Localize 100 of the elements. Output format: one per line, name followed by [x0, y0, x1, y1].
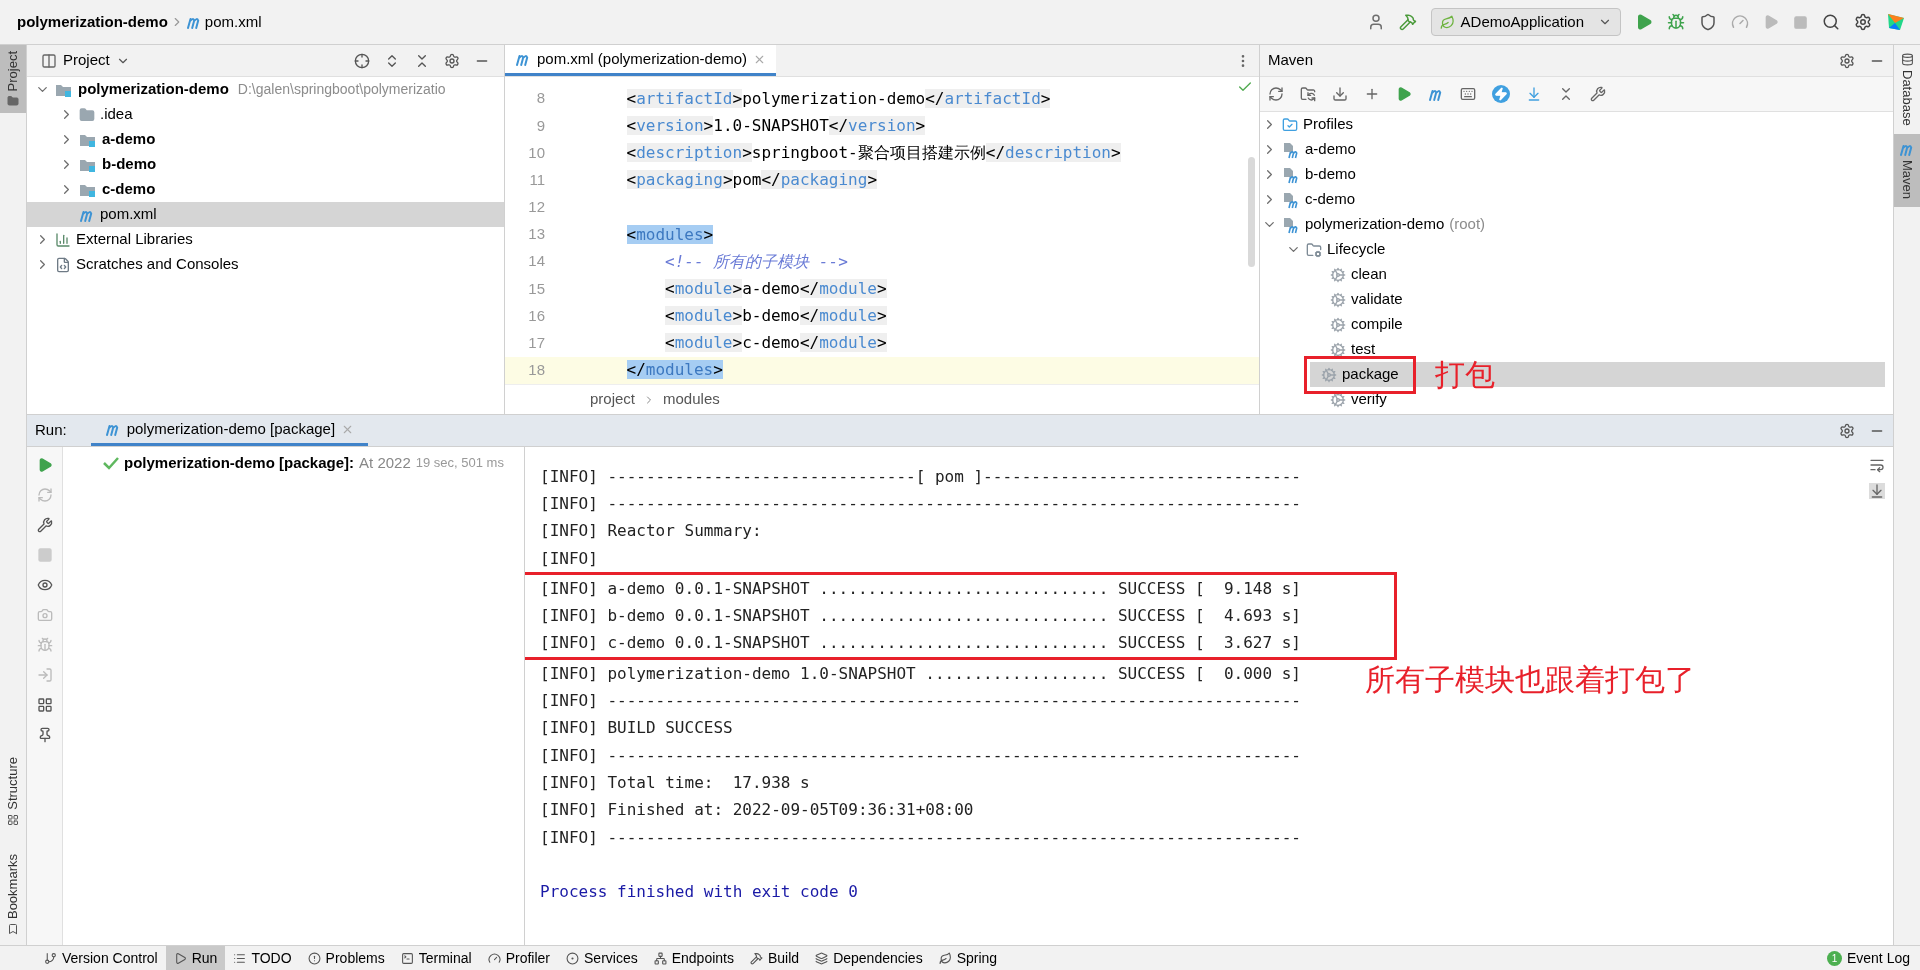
tool-window-button[interactable]: Problems [299, 946, 393, 970]
tree-row[interactable]: c-demo [27, 177, 504, 202]
tool-window-tab[interactable]: Structure [0, 753, 26, 830]
app-logo-icon[interactable] [1886, 12, 1906, 32]
tree-row[interactable]: .idea [27, 102, 504, 127]
run-configuration-dropdown[interactable]: ADemoApplication [1430, 8, 1621, 36]
debug-icon[interactable] [1667, 13, 1685, 31]
line-number: 12 [527, 197, 545, 218]
line-number: 8 [535, 88, 545, 109]
gear-icon [1330, 266, 1346, 283]
tool-window-tab[interactable]: Database [1894, 45, 1920, 134]
wrench-icon[interactable] [1590, 86, 1606, 102]
scrollbar[interactable] [1248, 157, 1255, 267]
panel-title[interactable]: Project [63, 49, 110, 72]
tree-label: clean [1351, 264, 1387, 285]
soft-wrap-icon[interactable] [1869, 457, 1885, 473]
locate-icon[interactable] [354, 52, 370, 69]
console-line: [INFO] --------------------------------[ pom ]--------------------------------- [540, 465, 1301, 488]
shield-icon[interactable] [1699, 13, 1717, 31]
tree-row[interactable]: External Libraries [27, 227, 504, 252]
tree-row[interactable]: c-demo [1260, 187, 1893, 212]
tree-row[interactable]: Profiles [1260, 112, 1893, 137]
console-line: [INFO] Total time: 17.938 s [540, 771, 810, 794]
tool-window-button[interactable]: Dependencies [807, 946, 931, 970]
hammer-icon[interactable] [1398, 13, 1417, 31]
refresh-icon[interactable] [1268, 86, 1284, 102]
tool-window-button[interactable]: TODO [225, 946, 300, 970]
tree-row[interactable]: polymerization-demo (root) [1260, 212, 1893, 237]
line-number: 14 [527, 251, 545, 272]
dependencies-icon [815, 951, 829, 965]
tool-window-button[interactable]: Endpoints [645, 946, 742, 970]
tree-row[interactable]: b-demo [27, 152, 504, 177]
leaf-icon [1439, 14, 1455, 30]
breadcrumb-item[interactable]: pom.xml [204, 10, 262, 34]
line-number: 17 [527, 333, 545, 354]
tree-row[interactable]: Lifecycle [1260, 237, 1893, 262]
line-number: 16 [527, 305, 545, 326]
folder-icon [79, 106, 95, 123]
run-tab[interactable]: polymerization-demo [package] [90, 415, 369, 446]
settings-icon[interactable] [1839, 52, 1855, 69]
editor-tab[interactable]: pom.xml (polymerization-demo) [505, 45, 777, 76]
search-icon[interactable] [1822, 13, 1840, 31]
add-icon[interactable] [1364, 86, 1380, 102]
tool-window-button[interactable]: Terminal [392, 946, 480, 970]
library-icon [55, 231, 71, 248]
maven-project-icon [1282, 165, 1300, 184]
tool-window-button[interactable]: Run [165, 946, 226, 970]
tree-label: b-demo [102, 154, 157, 175]
run-label[interactable]: polymerization-demo [package]: [124, 451, 355, 475]
bookmark-icon [7, 923, 19, 935]
scroll-to-end-icon[interactable] [1869, 483, 1885, 499]
tree-row[interactable]: compile [1260, 312, 1893, 337]
tool-window-tab[interactable]: Project [0, 45, 26, 114]
tool-window-button[interactable]: Version Control [36, 946, 166, 970]
services-icon [566, 951, 579, 965]
line-number: 15 [527, 278, 545, 299]
tree-row[interactable]: pom.xml [27, 202, 504, 227]
maven-project-icon [1282, 140, 1300, 159]
tree-row[interactable]: b-demo [1260, 162, 1893, 187]
console-line: [INFO] ------------------------------------------------------------------------ [540, 826, 1301, 849]
settings-icon[interactable] [1839, 422, 1855, 439]
tree-row[interactable]: clean [1260, 262, 1893, 287]
lightning-icon[interactable] [1492, 85, 1510, 103]
tree-row[interactable]: polymerization-demo D:\galen\springboot\polymerizatio [27, 77, 504, 102]
code-text: <packaging>pom</packaging> [625, 169, 878, 192]
layout-icon[interactable] [36, 697, 53, 713]
count-badge: 1 [1826, 950, 1842, 966]
database-icon [1900, 53, 1914, 66]
tree-row[interactable]: a-demo [1260, 137, 1893, 162]
pom-file-icon [104, 422, 121, 436]
breadcrumb-item[interactable]: project [590, 388, 636, 411]
wrench-icon[interactable] [36, 517, 53, 533]
tree-row[interactable]: a-demo [27, 127, 504, 152]
tool-window-button[interactable]: Services [558, 946, 646, 970]
pom-file-icon [515, 52, 531, 66]
eye-icon[interactable] [36, 577, 53, 593]
run-icon[interactable] [1396, 86, 1412, 102]
tool-window-button[interactable]: Build [742, 946, 808, 970]
folder-sync-icon[interactable] [1300, 86, 1316, 102]
tree-path: D:\galen\springboot\polymerizatio [237, 80, 446, 99]
run-icon [173, 951, 187, 965]
download-icon[interactable] [1332, 86, 1348, 102]
tree-label: Profiles [1303, 114, 1354, 135]
console-line: [INFO] Reactor Summary: [540, 520, 762, 543]
tool-window-tab[interactable]: Bookmarks [0, 849, 26, 939]
run-time: At 2022 [359, 452, 411, 473]
settings-icon[interactable] [444, 52, 460, 69]
tree-row[interactable]: validate [1260, 287, 1893, 312]
tool-window-tab[interactable]: Maven [1894, 133, 1920, 207]
settings-icon[interactable] [1854, 13, 1872, 31]
tree-row[interactable]: Scratches and Consoles [27, 252, 504, 277]
run-icon[interactable] [1635, 13, 1653, 31]
panel-icon [41, 52, 57, 69]
tool-window-button[interactable]: Spring [930, 946, 1006, 970]
breadcrumb-item[interactable]: modules [663, 388, 720, 411]
breadcrumb-item[interactable]: polymerization-demo [17, 10, 168, 34]
tree-label: polymerization-demo [1305, 214, 1445, 235]
event-log-button[interactable]: 1 Event Log [1816, 947, 1920, 969]
tree-label: c-demo [1305, 189, 1356, 210]
tool-window-button[interactable]: Profiler [479, 946, 558, 970]
